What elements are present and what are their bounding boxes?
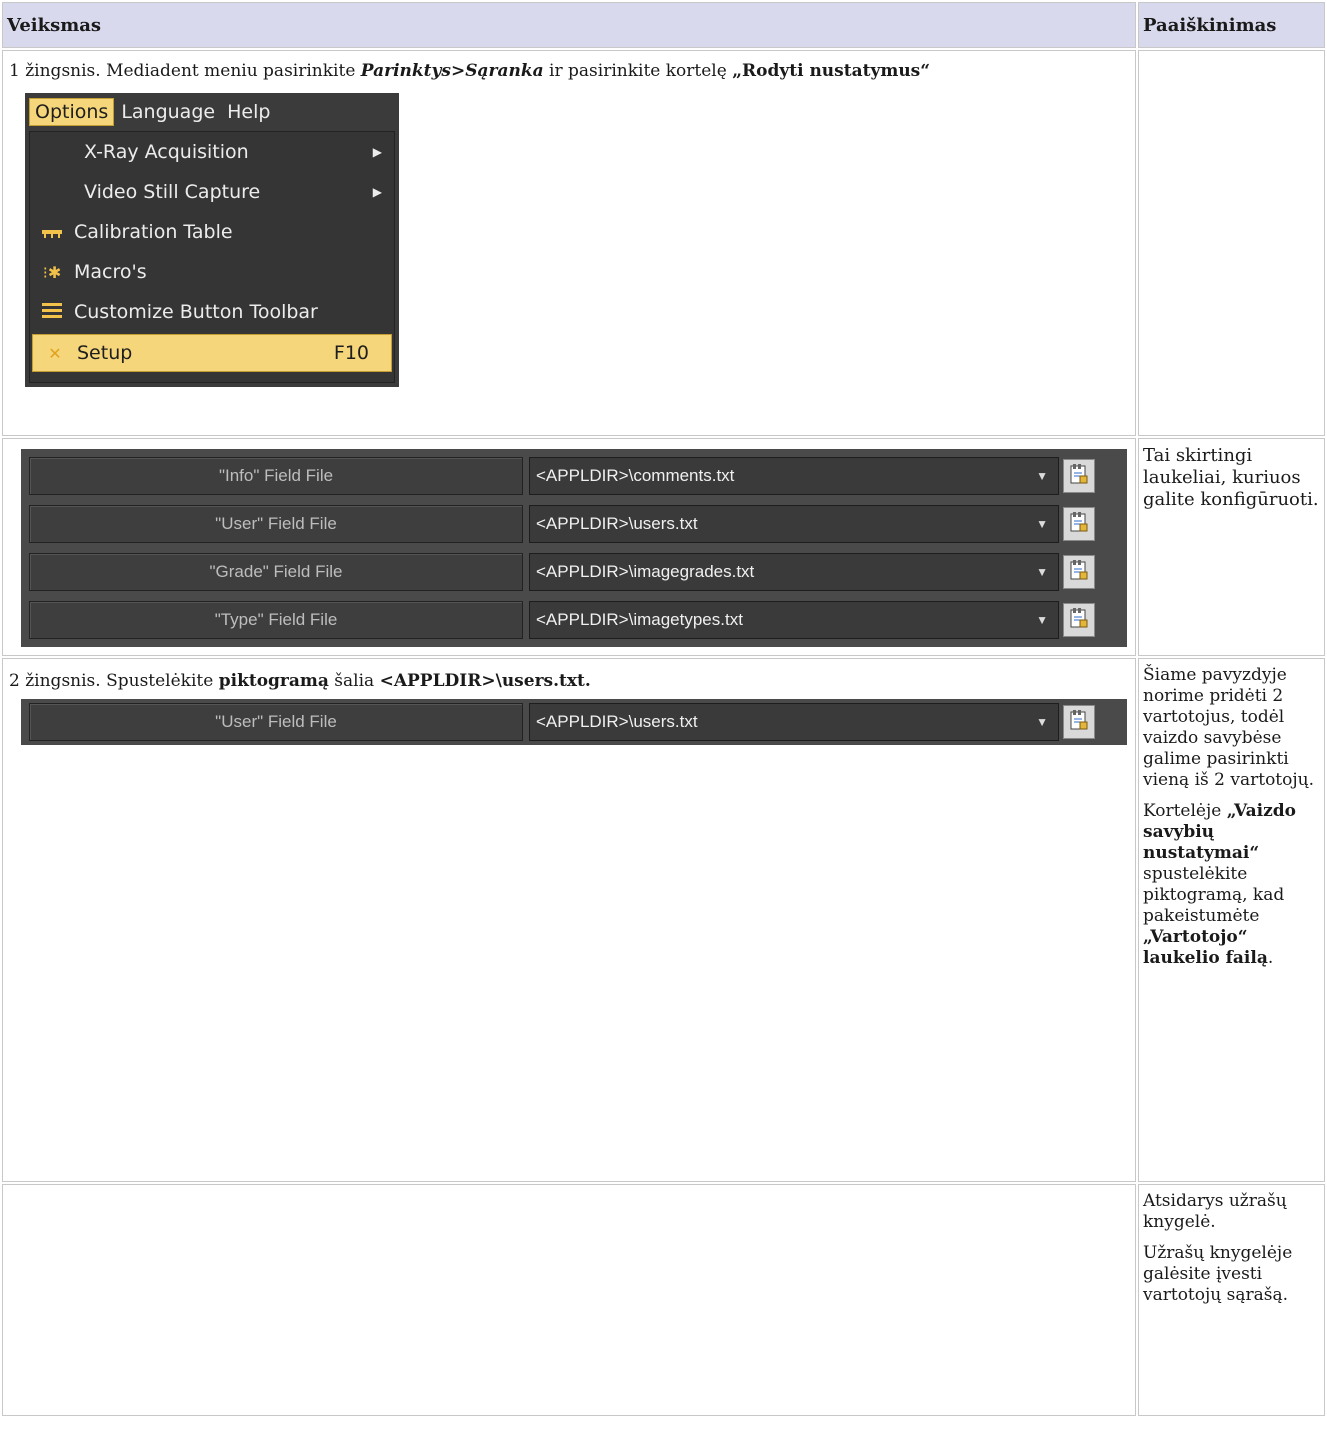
field-row-user: "User" Field File <APPLDIR>\users.txt ▼ (21, 503, 1127, 545)
field-value: <APPLDIR>\users.txt (536, 712, 698, 731)
edit-file-button[interactable] (1063, 555, 1095, 589)
menu-item-setup[interactable]: ✕ Setup F10 (32, 334, 392, 372)
step1-mid: ir pasirinkite kortelę (543, 61, 733, 81)
field-file-select[interactable]: <APPLDIR>\users.txt ▼ (529, 505, 1059, 543)
header-explanation: Paaiškinimas (1138, 2, 1325, 48)
field-value: <APPLDIR>\imagegrades.txt (536, 562, 755, 581)
table-row: Atsidarys užrašų knygelė. Užrašų knygelė… (2, 1184, 1325, 1416)
table-row: "Info" Field File <APPLDIR>\comments.txt… (2, 438, 1325, 656)
field-value: <APPLDIR>\comments.txt (536, 466, 735, 485)
dropdown-caret-icon: ▼ (1036, 517, 1048, 531)
shortcut-label: F10 (333, 342, 369, 364)
field-file-select[interactable]: <APPLDIR>\imagegrades.txt ▼ (529, 553, 1059, 591)
edit-file-button[interactable] (1063, 459, 1095, 493)
step2-prefix: 2 žingsnis. Spustelėkite (9, 671, 219, 691)
step2-explanation-2: Kortelėje „Vaizdo savybių nustatymai“ sp… (1143, 801, 1320, 969)
menu-item-label: Macro's (74, 261, 147, 283)
step3-explanation-cell: Atsidarys užrašų knygelė. Užrašų knygelė… (1138, 1184, 1325, 1416)
edit-file-button[interactable] (1063, 507, 1095, 541)
dropdown-caret-icon: ▼ (1036, 469, 1048, 483)
edit-file-button[interactable] (1063, 705, 1095, 739)
field-file-select[interactable]: <APPLDIR>\comments.txt ▼ (529, 457, 1059, 495)
fields-explanation-cell: Tai skirtingi laukeliai, kuriuos galite … (1138, 438, 1325, 656)
notepad-icon (1069, 511, 1089, 538)
tools-icon: ✕ (48, 343, 62, 363)
p2-c: spustelėkite piktogramą, kad pakeistumėt… (1143, 864, 1285, 926)
field-row-user: "User" Field File <APPLDIR>\users.txt ▼ (21, 701, 1127, 743)
menu-help[interactable]: Help (222, 99, 275, 125)
field-row-type: "Type" Field File <APPLDIR>\imagetypes.t… (21, 599, 1127, 641)
submenu-arrow-icon: ▶ (372, 145, 382, 159)
menu-item-xray-acquisition[interactable]: X-Ray Acquisition ▶ (30, 132, 394, 172)
notepad-icon (1069, 709, 1089, 736)
menu-item-label: Video Still Capture (84, 181, 261, 203)
menu-item-label: Calibration Table (74, 221, 233, 243)
dropdown-caret-icon: ▼ (1036, 565, 1048, 579)
step3-explanation-1: Atsidarys užrašų knygelė. (1143, 1191, 1287, 1232)
field-label: "Grade" Field File (29, 553, 523, 591)
user-field-screenshot: "User" Field File <APPLDIR>\users.txt ▼ (21, 699, 1127, 745)
dropdown-caret-icon: ▼ (1036, 613, 1048, 627)
edit-file-button[interactable] (1063, 603, 1095, 637)
step1-explanation-cell (1138, 50, 1325, 436)
step2-cell: 2 žingsnis. Spustelėkite piktogramą šali… (2, 658, 1136, 1182)
p2-e: . (1267, 948, 1274, 968)
step2-text: 2 žingsnis. Spustelėkite piktogramą šali… (3, 659, 1135, 693)
field-files-screenshot: "Info" Field File <APPLDIR>\comments.txt… (21, 449, 1127, 647)
header-action: Veiksmas (2, 2, 1136, 48)
field-label: "Type" Field File (29, 601, 523, 639)
field-row-info: "Info" Field File <APPLDIR>\comments.txt… (21, 455, 1127, 497)
p2-a: Kortelėje (1143, 801, 1227, 821)
dropdown-caret-icon: ▼ (1036, 715, 1048, 729)
options-dropdown: X-Ray Acquisition ▶ Video Still Capture … (29, 131, 395, 383)
fields-cell: "Info" Field File <APPLDIR>\comments.txt… (2, 438, 1136, 656)
step2-explanation-1: Šiame pavyzdyje norime pridėti 2 vartoto… (1143, 665, 1314, 790)
field-label: "Info" Field File (29, 457, 523, 495)
notepad-icon (1069, 463, 1089, 490)
field-label: "User" Field File (29, 703, 523, 741)
field-row-grade: "Grade" Field File <APPLDIR>\imagegrades… (21, 551, 1127, 593)
menu-item-label: X-Ray Acquisition (84, 141, 249, 163)
tab-name: „Rodyti nustatymus“ (732, 61, 931, 81)
field-value: <APPLDIR>\users.txt (536, 514, 698, 533)
fields-explanation: Tai skirtingi laukeliai, kuriuos galite … (1143, 445, 1319, 510)
menu-item-video-still-capture[interactable]: Video Still Capture ▶ (30, 172, 394, 212)
step3-cell (2, 1184, 1136, 1416)
field-file-select[interactable]: <APPLDIR>\imagetypes.txt ▼ (529, 601, 1059, 639)
step1-prefix: 1 žingsnis. Mediadent meniu pasirinkite (9, 61, 361, 81)
notepad-icon (1069, 559, 1089, 586)
step1-cell: 1 žingsnis. Mediadent meniu pasirinkite … (2, 50, 1136, 436)
menu-language[interactable]: Language (116, 99, 220, 125)
menu-options[interactable]: Options (29, 98, 115, 126)
step1-text: 1 žingsnis. Mediadent meniu pasirinkite … (3, 51, 1135, 83)
notepad-icon (1069, 607, 1089, 634)
ruler-icon (40, 223, 64, 242)
step2-icon-word: piktogramą (218, 671, 329, 691)
step2-explanation-cell: Šiame pavyzdyje norime pridėti 2 vartoto… (1138, 658, 1325, 1182)
table-row: 2 žingsnis. Spustelėkite piktogramą šali… (2, 658, 1325, 1182)
options-menu-screenshot: Options Language Help X-Ray Acquisition … (25, 93, 399, 387)
hamburger-icon (40, 302, 64, 322)
step2-mid: šalia (328, 671, 380, 691)
menu-path: Parinktys>Sąranka (360, 61, 544, 81)
table-header-row: Veiksmas Paaiškinimas (2, 2, 1325, 48)
menu-bar: Options Language Help (25, 93, 399, 131)
field-file-select[interactable]: <APPLDIR>\users.txt ▼ (529, 703, 1059, 741)
file-name-bold: „Vartotojo“ laukelio failą (1143, 927, 1268, 968)
table-row: 1 žingsnis. Mediadent meniu pasirinkite … (2, 50, 1325, 436)
step3-explanation-2: Užrašų knygelėje galėsite įvesti vartoto… (1143, 1243, 1293, 1305)
field-value: <APPLDIR>\imagetypes.txt (536, 610, 743, 629)
macro-icon: ⁝✱ (42, 262, 62, 282)
menu-item-calibration-table[interactable]: Calibration Table (30, 212, 394, 252)
instruction-table: Veiksmas Paaiškinimas 1 žingsnis. Mediad… (0, 0, 1327, 1418)
menu-item-customize-toolbar[interactable]: Customize Button Toolbar (30, 292, 394, 332)
field-label: "User" Field File (29, 505, 523, 543)
step2-path: <APPLDIR>\users.txt. (379, 671, 591, 691)
menu-item-macros[interactable]: ⁝✱ Macro's (30, 252, 394, 292)
menu-item-label: Customize Button Toolbar (74, 301, 318, 323)
submenu-arrow-icon: ▶ (372, 185, 382, 199)
